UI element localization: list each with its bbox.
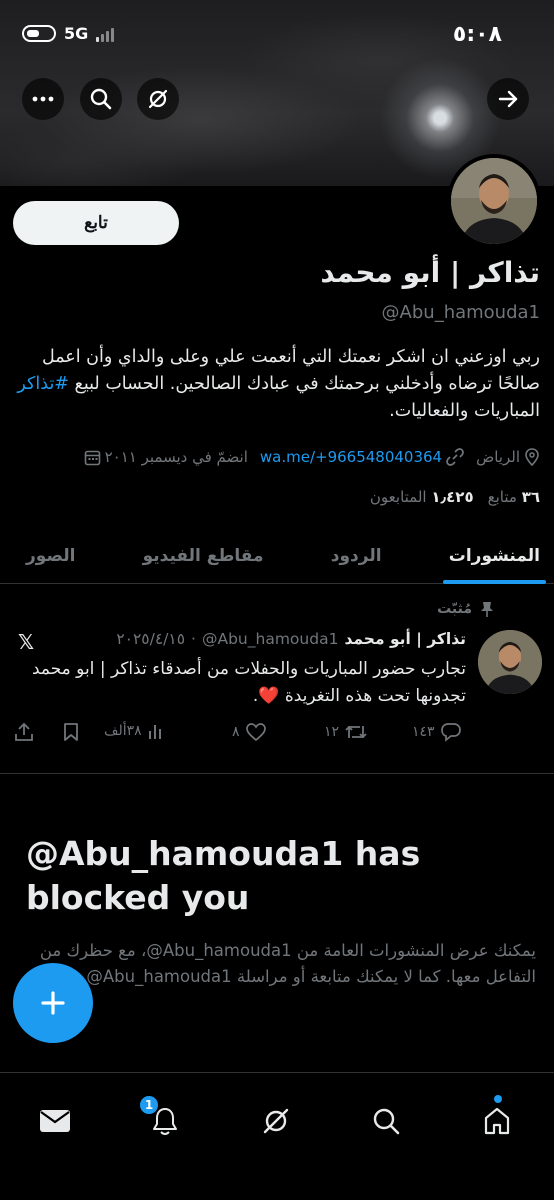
home-indicator-dot xyxy=(494,1095,502,1103)
profile-avatar[interactable] xyxy=(447,154,541,248)
replies-count: ١٤٣ xyxy=(412,724,435,740)
share-icon xyxy=(15,722,33,741)
network-label: 5G xyxy=(64,24,89,43)
tab-videos[interactable]: مقاطع الفيديو xyxy=(143,528,264,584)
profile-tabs: الصور مقاطع الفيديو الردود المنشورات xyxy=(0,528,554,584)
blocked-title: @Abu_hamouda1 has blocked you xyxy=(26,834,421,917)
calendar-icon xyxy=(84,450,100,465)
divider xyxy=(0,773,554,774)
bookmark-button[interactable] xyxy=(62,722,80,742)
plus-icon xyxy=(41,991,65,1015)
tweet-actions: ٣٨ألف ٨ ١٢ ١٤٣ xyxy=(14,722,468,750)
following-stat[interactable]: ٣٦ متابع xyxy=(488,488,540,506)
back-button[interactable] xyxy=(487,78,529,120)
tab-posts[interactable]: المنشورات xyxy=(442,528,547,584)
tweet-avatar[interactable] xyxy=(478,630,542,694)
status-bar: 5G ٥:٠٨ xyxy=(0,0,554,70)
follow-stats: ٣٦ متابع ١٫٤٢٥ المتابعون xyxy=(370,488,540,506)
grok-button[interactable] xyxy=(137,78,179,120)
search-button[interactable] xyxy=(80,78,122,120)
nav-search[interactable] xyxy=(366,1101,406,1141)
joined-item: انضمّ في ديسمبر ٢٠١١ xyxy=(84,448,248,466)
location-icon xyxy=(525,448,539,466)
tweet-date[interactable]: ٢٠٢٥/٤/١٥ xyxy=(116,630,185,648)
tab-media[interactable]: الصور xyxy=(26,528,75,584)
followers-stat[interactable]: ١٫٤٢٥ المتابعون xyxy=(370,488,474,506)
follow-button[interactable]: تابع xyxy=(13,201,179,245)
profile-link[interactable]: wa.me/+966548040364 xyxy=(260,448,442,466)
display-name: تذاكر | أبو محمد xyxy=(320,256,540,289)
following-count: ٣٦ xyxy=(521,488,540,506)
status-indicators: 5G xyxy=(22,24,115,43)
grok-icon xyxy=(263,1108,289,1134)
arrow-forward-icon xyxy=(498,90,518,108)
views-icon xyxy=(148,725,161,739)
mail-icon xyxy=(40,1110,70,1132)
location-item: الرياض xyxy=(476,448,540,466)
bio-tail: المباريات والفعاليات. xyxy=(389,401,540,421)
retweet-button[interactable]: ١٢ xyxy=(324,722,368,742)
bottom-nav: 1 xyxy=(0,1072,554,1200)
tweet-separator: · xyxy=(191,630,196,648)
tab-replies[interactable]: الردود xyxy=(331,528,382,584)
tweet-author[interactable]: تذاكر | أبو محمد xyxy=(344,630,466,648)
compose-button[interactable] xyxy=(13,963,93,1043)
bookmark-icon xyxy=(64,723,78,741)
heart-icon xyxy=(245,723,266,742)
avatar-photo xyxy=(478,630,542,694)
more-icon xyxy=(32,96,54,102)
search-icon xyxy=(90,88,112,110)
profile-handle: @Abu_hamouda1 xyxy=(381,302,540,323)
retweet-icon xyxy=(345,725,367,739)
tweet-text[interactable]: تجارب حضور المباريات والحفلات من أصدقاء … xyxy=(26,656,466,710)
x-logo-icon: 𝕏 xyxy=(18,630,35,654)
followers-count: ١٫٤٢٥ xyxy=(431,488,474,506)
more-button[interactable] xyxy=(22,78,64,120)
pin-icon xyxy=(481,602,493,617)
link-icon xyxy=(446,448,464,466)
views-stat[interactable]: ٣٨ألف xyxy=(104,722,165,740)
tweet-header: تذاكر | أبو محمد @Abu_hamouda1 · ٢٠٢٥/٤/… xyxy=(116,630,466,648)
joined-text: انضمّ في ديسمبر ٢٠١١ xyxy=(104,448,248,466)
followers-label: المتابعون xyxy=(369,488,427,506)
nav-messages[interactable] xyxy=(35,1101,75,1141)
share-button[interactable] xyxy=(14,722,34,742)
reply-button[interactable]: ١٤٣ xyxy=(412,722,462,742)
profile-bio: ربي اوزعني ان اشكر نعمتك التي أنعمت علي … xyxy=(14,344,540,425)
battery-icon xyxy=(22,25,56,42)
pinned-text: مُثبّت xyxy=(437,601,472,617)
profile-meta: الرياض wa.me/+966548040364 انضمّ في ديسم… xyxy=(84,448,540,466)
pinned-label: مُثبّت xyxy=(437,601,494,617)
nav-grok[interactable] xyxy=(256,1101,296,1141)
nav-home[interactable] xyxy=(477,1101,517,1141)
tweet-handle[interactable]: @Abu_hamouda1 xyxy=(202,630,338,648)
like-button[interactable]: ٨ xyxy=(232,722,267,742)
home-icon xyxy=(484,1107,510,1135)
grok-icon xyxy=(148,89,168,109)
bio-hashtag-link[interactable]: #تذاكر xyxy=(17,374,69,394)
location-text: الرياض xyxy=(476,448,520,466)
likes-count: ٨ xyxy=(232,724,240,740)
following-label: متابع xyxy=(487,488,517,506)
link-item[interactable]: wa.me/+966548040364 xyxy=(260,448,464,466)
retweets-count: ١٢ xyxy=(324,724,340,740)
blocked-message: يمكنك عرض المنشورات العامة من Abu_hamoud… xyxy=(39,941,536,986)
avatar-photo xyxy=(451,158,537,244)
search-icon xyxy=(373,1108,400,1135)
status-time: ٥:٠٨ xyxy=(452,22,502,47)
reply-icon xyxy=(440,723,461,742)
bio-text: ربي اوزعني ان اشكر نعمتك التي أنعمت علي … xyxy=(41,347,540,394)
signal-icon xyxy=(96,26,115,42)
views-count: ٣٨ألف xyxy=(104,723,142,739)
notification-badge: 1 xyxy=(139,1095,159,1115)
